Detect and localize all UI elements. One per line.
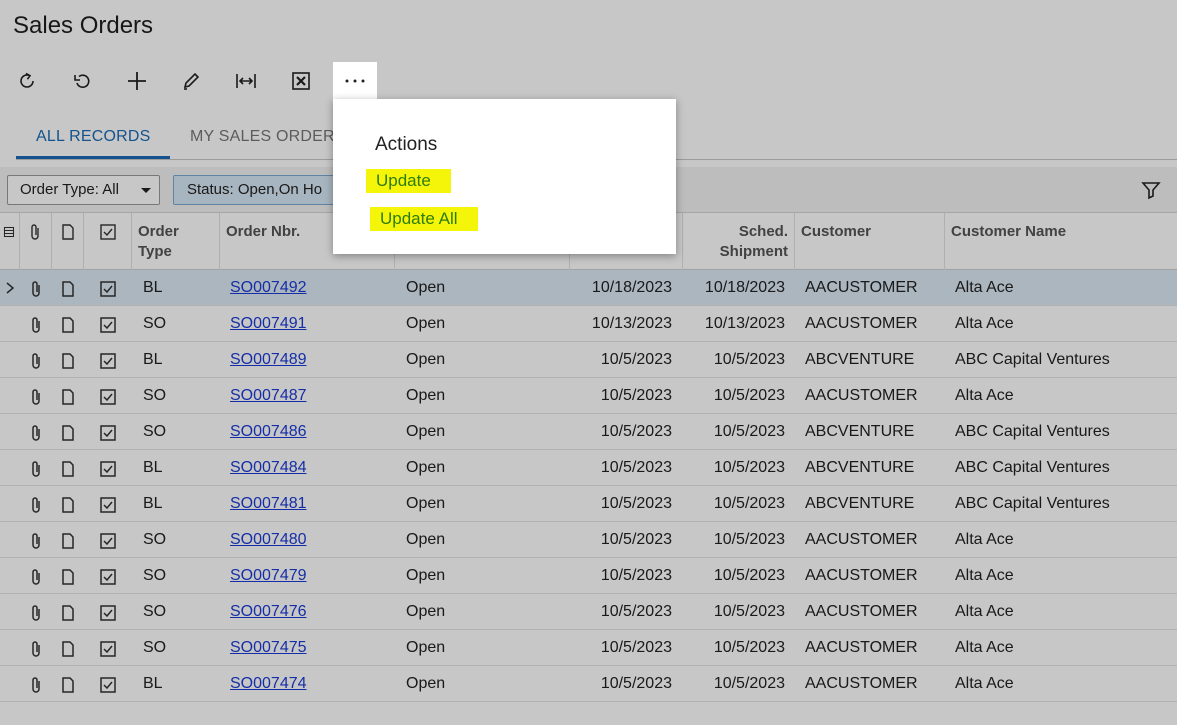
actions-menu-title: Actions xyxy=(375,134,438,155)
menu-item-update-all[interactable]: Update All xyxy=(370,207,478,231)
more-icon xyxy=(345,79,365,82)
actions-menu: Actions Update Update All xyxy=(333,99,676,254)
menu-item-update[interactable]: Update xyxy=(366,169,451,193)
more-actions-button[interactable] xyxy=(333,62,377,99)
